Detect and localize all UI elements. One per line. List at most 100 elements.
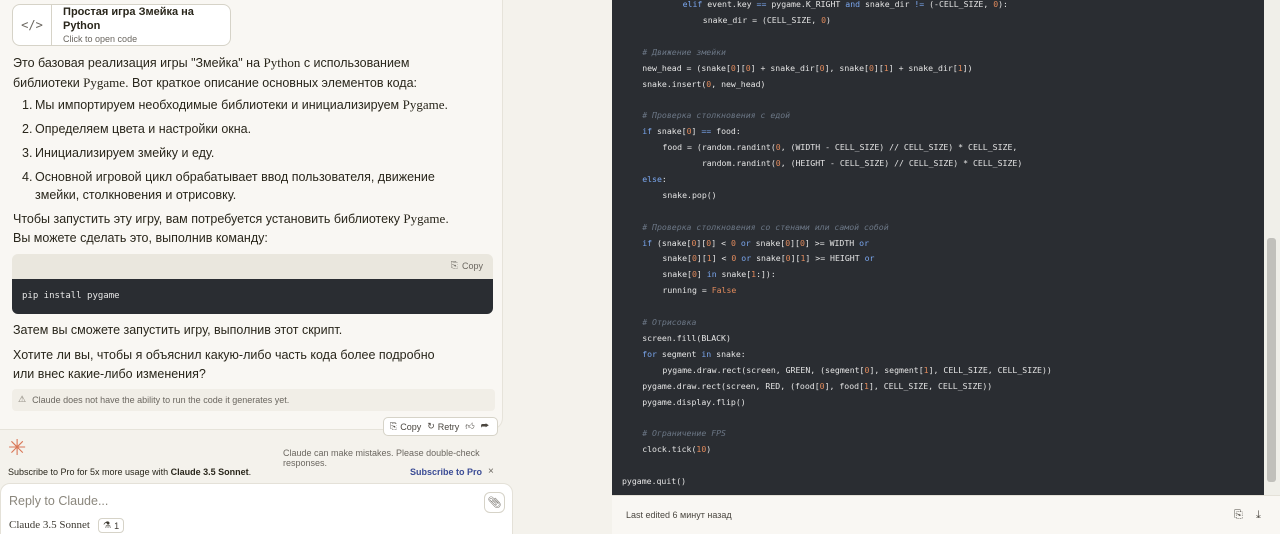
code-line: if (snake[0][0] < 0 or snake[0][0] >= WI… xyxy=(642,237,869,249)
code-line: pygame.quit() xyxy=(622,475,686,487)
code-token: in xyxy=(701,348,712,359)
code-line: # Отрисовка xyxy=(642,316,696,328)
intro-text-3: . Вот краткое описание основных элементо… xyxy=(125,76,418,90)
copy-icon: ⎘ xyxy=(390,421,398,431)
copy-icon: ⎘ xyxy=(450,260,458,270)
paperclip-icon[interactable]: 📎︎ xyxy=(484,492,505,513)
code-token: food: xyxy=(711,126,741,137)
code-token: in xyxy=(706,269,717,280)
code-token: ] < xyxy=(711,237,731,248)
scrollbar-thumb[interactable] xyxy=(1267,238,1276,482)
code-token: == xyxy=(701,126,712,137)
code-token: # Отрисовка xyxy=(642,317,697,327)
code-token: : xyxy=(661,173,667,184)
code-token: or xyxy=(740,237,751,248)
model-selector[interactable]: Claude 3.5 Sonnet xyxy=(9,519,90,531)
code-token: snake_dir = (CELL_SIZE, xyxy=(702,14,822,25)
retry-button[interactable]: ↻ Retry xyxy=(427,421,459,432)
code-token: running = xyxy=(662,285,712,296)
code-copy-button[interactable]: ⎘ Copy xyxy=(451,260,483,271)
code-token: != xyxy=(914,0,925,9)
code-token: screen.fill(BLACK) xyxy=(642,332,731,343)
code-token: pygame.K_RIGHT xyxy=(766,0,846,9)
code-line: food = (random.randint(0, (WIDTH - CELL_… xyxy=(662,141,1017,153)
flask-icon: ⚗ xyxy=(103,520,112,530)
code-token: ] + snake_dir[ xyxy=(888,62,958,73)
code-token: snake.insert( xyxy=(642,78,707,89)
last-edited: Last edited 6 минут назад xyxy=(626,510,732,520)
code-line: running = False xyxy=(662,284,736,296)
code-token: ] >= WIDTH xyxy=(804,237,860,248)
thumbs-down-button[interactable]: ⮫ xyxy=(481,421,489,432)
code-token: ], CELL_SIZE, CELL_SIZE)) xyxy=(928,364,1052,375)
disclaimer-bar: ⚠ Claude does not have the ability to ru… xyxy=(12,389,495,411)
code-line: random.randint(0, (HEIGHT - CELL_SIZE) /… xyxy=(662,157,1022,169)
chat-column: </> Простая игра Змейка на Python Click … xyxy=(0,0,513,534)
copy-icon[interactable]: ⎘ xyxy=(1234,508,1243,522)
question-paragraph: Хотите ли вы, чтобы я объяснил какую-либ… xyxy=(13,348,435,381)
code-token: , new_head) xyxy=(711,78,766,89)
code-line: snake_dir = (CELL_SIZE, 0) xyxy=(703,14,831,26)
code-token: snake[ xyxy=(652,126,687,137)
code-token: # Проверка столкновения с едой xyxy=(642,110,791,121)
code-token: if xyxy=(642,237,653,248)
code-token: snake[ xyxy=(662,269,692,280)
list-item-text-a: Мы импортируем необходимые библиотеки и … xyxy=(35,98,403,112)
download-icon[interactable]: ⤓ xyxy=(1256,508,1261,522)
code-line: # Движение змейки xyxy=(642,46,726,58)
code-token: pygame.draw.rect(screen, GREEN, (segment… xyxy=(662,364,865,375)
code-token: snake[ xyxy=(662,253,692,264)
code-token: # Ограничение FPS xyxy=(642,428,726,439)
code-token: ] xyxy=(691,126,702,137)
list-item-number: 2. xyxy=(22,122,33,136)
install-text-1: Чтобы запустить эту игру, вам потребуетс… xyxy=(13,212,404,226)
code-token: ): xyxy=(998,0,1008,9)
code-token: event.key xyxy=(707,0,757,9)
code-line: snake[0] in snake[1:]): xyxy=(662,268,775,280)
code-token: ], food[ xyxy=(824,380,865,391)
intro-python: Python xyxy=(263,55,301,70)
thumbs-up-icon: 👍︎ xyxy=(465,421,475,431)
list-item-text: Мы импортируем необходимые библиотеки и … xyxy=(35,96,465,114)
install-paragraph: Чтобы запустить эту игру, вам потребуетс… xyxy=(13,209,453,248)
list-item-text-a: Основной игровой цикл обрабатывает ввод … xyxy=(35,170,435,202)
code-token: ][ xyxy=(735,62,746,73)
code-token: else xyxy=(642,173,662,184)
code-line: clock.tick(10) xyxy=(642,443,711,455)
assistant-message: </> Простая игра Змейка на Python Click … xyxy=(0,0,503,430)
list-item-text-c: . xyxy=(444,98,448,112)
copy-button[interactable]: ⎘ Copy xyxy=(390,421,421,432)
copy-label: Copy xyxy=(400,421,422,432)
code-token: 10 xyxy=(696,444,707,455)
code-token: ]) xyxy=(962,62,973,73)
project-badge[interactable]: ⚗ 1 xyxy=(98,518,125,533)
close-icon[interactable]: × xyxy=(488,466,494,477)
artifact-card[interactable]: </> Простая игра Змейка на Python Click … xyxy=(12,4,231,46)
code-token: ] xyxy=(696,269,707,280)
artifact-footer: Last edited 6 минут назад ⎘ ⤓ xyxy=(612,495,1280,534)
composer: Reply to Claude... 📎︎ Claude 3.5 Sonnet … xyxy=(0,483,513,534)
message-actions: ⎘ Copy ↻ Retry 👍︎ ⮫ xyxy=(383,417,498,436)
list-item-text-a: Определяем цвета и настройки окна. xyxy=(35,122,252,136)
promo-text-b: Claude 3.5 Sonnet xyxy=(170,467,249,477)
intro-text-1: Это базовая реализация игры "Змейка" на xyxy=(13,56,264,70)
code-line: pygame.display.flip() xyxy=(642,396,746,408)
install-pygame: Pygame xyxy=(403,211,446,226)
subscribe-link[interactable]: Subscribe to Pro xyxy=(410,467,482,477)
install-command: pip install pygame xyxy=(22,291,120,301)
code-token: pygame.display.flip() xyxy=(642,396,746,407)
install-command-block: pip install pygame xyxy=(12,279,493,314)
code-scrollbar[interactable] xyxy=(1264,0,1280,495)
reply-input[interactable]: Reply to Claude... xyxy=(9,494,108,508)
code-token: or xyxy=(741,253,752,264)
code-line: snake[0][1] < 0 or snake[0][1] >= HEIGHT… xyxy=(662,252,874,264)
code-viewer[interactable]: elif event.key == pygame.K_RIGHT and sna… xyxy=(612,0,1264,495)
code-token: ][ xyxy=(790,253,801,264)
code-token: (-CELL_SIZE, xyxy=(924,0,994,9)
code-token: ) xyxy=(826,14,831,25)
code-token: ] < xyxy=(711,253,732,264)
code-token: or xyxy=(859,237,870,248)
code-token: elif xyxy=(682,0,708,9)
thumbs-up-button[interactable]: 👍︎ xyxy=(465,421,474,432)
pro-promo-bar: Subscribe to Pro for 5x more usage with … xyxy=(8,466,498,479)
